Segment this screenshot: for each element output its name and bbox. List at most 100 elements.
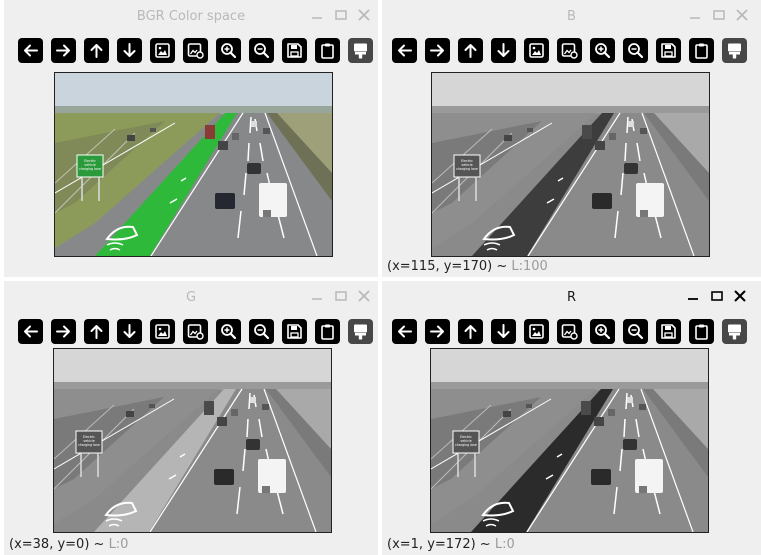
zoom-fit-button[interactable] [524,38,549,63]
pan-down-button[interactable] [117,38,142,63]
save-icon [661,324,676,339]
zoom-fit-icon [155,324,170,339]
pan-left-button[interactable] [18,319,43,344]
maximize-icon[interactable] [333,288,349,304]
zoom-original-button[interactable] [183,319,208,344]
titlebar[interactable]: R [382,281,761,315]
zoom-fit-button[interactable] [150,319,175,344]
pan-down-icon [123,324,136,338]
zoom-in-icon [221,324,237,340]
pan-right-button[interactable] [425,38,450,63]
pan-left-button[interactable] [392,319,417,344]
pan-left-icon [398,44,412,57]
properties-button[interactable] [722,319,747,344]
close-icon[interactable] [732,288,748,304]
minimize-icon[interactable] [309,288,325,304]
image-view[interactable]: Electric vehicle charging lane [431,72,710,257]
copy-clipboard-icon [695,324,708,340]
titlebar[interactable]: B [382,0,761,34]
close-icon[interactable] [356,7,372,23]
copy-clipboard-button[interactable] [315,38,340,63]
zoom-original-button[interactable] [557,38,582,63]
window-b: B Electric vehicle charging lane (x=115, y… [382,0,761,277]
pan-up-icon [90,325,103,339]
status-value: L:0 [108,537,129,552]
maximize-icon[interactable] [333,7,349,23]
pan-left-icon [398,325,412,338]
svg-text:charging lane: charging lane [78,443,100,447]
zoom-in-button[interactable] [590,319,615,344]
pan-up-button[interactable] [458,319,483,344]
save-button[interactable] [656,38,681,63]
properties-icon [728,324,741,340]
titlebar[interactable]: G [4,281,378,315]
pan-down-button[interactable] [117,319,142,344]
pan-left-button[interactable] [18,38,43,63]
pan-up-button[interactable] [84,319,109,344]
save-icon [287,324,302,339]
zoom-original-icon [561,43,578,59]
status-bar: (x=115, y=170) ~ L:100 [387,259,548,274]
image-view[interactable]: Electric vehicle charging lane [53,348,332,533]
zoom-in-button[interactable] [216,38,241,63]
save-button[interactable] [282,38,307,63]
properties-button[interactable] [348,319,373,344]
maximize-icon[interactable] [709,288,725,304]
copy-clipboard-button[interactable] [315,319,340,344]
svg-text:charging lane: charging lane [79,167,101,171]
highway-image: Electricvehiclecharging lane [431,349,708,532]
copy-clipboard-button[interactable] [689,38,714,63]
properties-button[interactable] [722,38,747,63]
zoom-out-icon [628,324,644,340]
window-g: G Electric vehicle charging lane (x=38, y=… [4,281,378,555]
properties-button[interactable] [348,38,373,63]
titlebar[interactable]: BGR Color space [4,0,378,34]
highway-image: Electricvehiclecharging lane [432,73,709,256]
properties-icon [354,43,367,59]
zoom-fit-button[interactable] [524,319,549,344]
copy-clipboard-button[interactable] [689,319,714,344]
pan-up-icon [90,44,103,58]
zoom-fit-button[interactable] [150,38,175,63]
minimize-icon[interactable] [685,288,701,304]
status-bar: (x=38, y=0) ~ L:0 [9,537,128,552]
pan-down-button[interactable] [491,319,516,344]
zoom-in-button[interactable] [216,319,241,344]
copy-clipboard-icon [321,324,334,340]
pan-down-button[interactable] [491,38,516,63]
close-icon[interactable] [734,7,750,23]
pan-right-icon [430,325,444,338]
zoom-out-button[interactable] [249,38,274,63]
pan-up-button[interactable] [458,38,483,63]
save-button[interactable] [656,319,681,344]
zoom-out-button[interactable] [623,38,648,63]
zoom-out-icon [628,43,644,59]
pan-right-button[interactable] [51,38,76,63]
window-title: R [566,290,577,305]
zoom-original-button[interactable] [183,38,208,63]
copy-clipboard-icon [321,43,334,59]
minimize-icon[interactable] [309,7,325,23]
pan-right-button[interactable] [425,319,450,344]
image-view[interactable]: Electric vehicle charging lane [430,348,709,533]
zoom-out-button[interactable] [623,319,648,344]
zoom-out-button[interactable] [249,319,274,344]
zoom-original-icon [187,43,204,59]
zoom-in-button[interactable] [590,38,615,63]
pan-up-icon [464,325,477,339]
close-icon[interactable] [356,288,372,304]
pan-right-icon [430,44,444,57]
zoom-original-button[interactable] [557,319,582,344]
zoom-out-icon [254,43,270,59]
properties-icon [728,43,741,59]
image-view[interactable]: Electric vehicle charging lane [54,72,333,257]
maximize-icon[interactable] [711,7,727,23]
save-button[interactable] [282,319,307,344]
zoom-in-icon [595,324,611,340]
pan-right-button[interactable] [51,319,76,344]
minimize-icon[interactable] [687,7,703,23]
highway-image: Electricvehiclecharging lane [55,73,332,256]
pan-up-button[interactable] [84,38,109,63]
zoom-in-icon [595,43,611,59]
pan-left-button[interactable] [392,38,417,63]
